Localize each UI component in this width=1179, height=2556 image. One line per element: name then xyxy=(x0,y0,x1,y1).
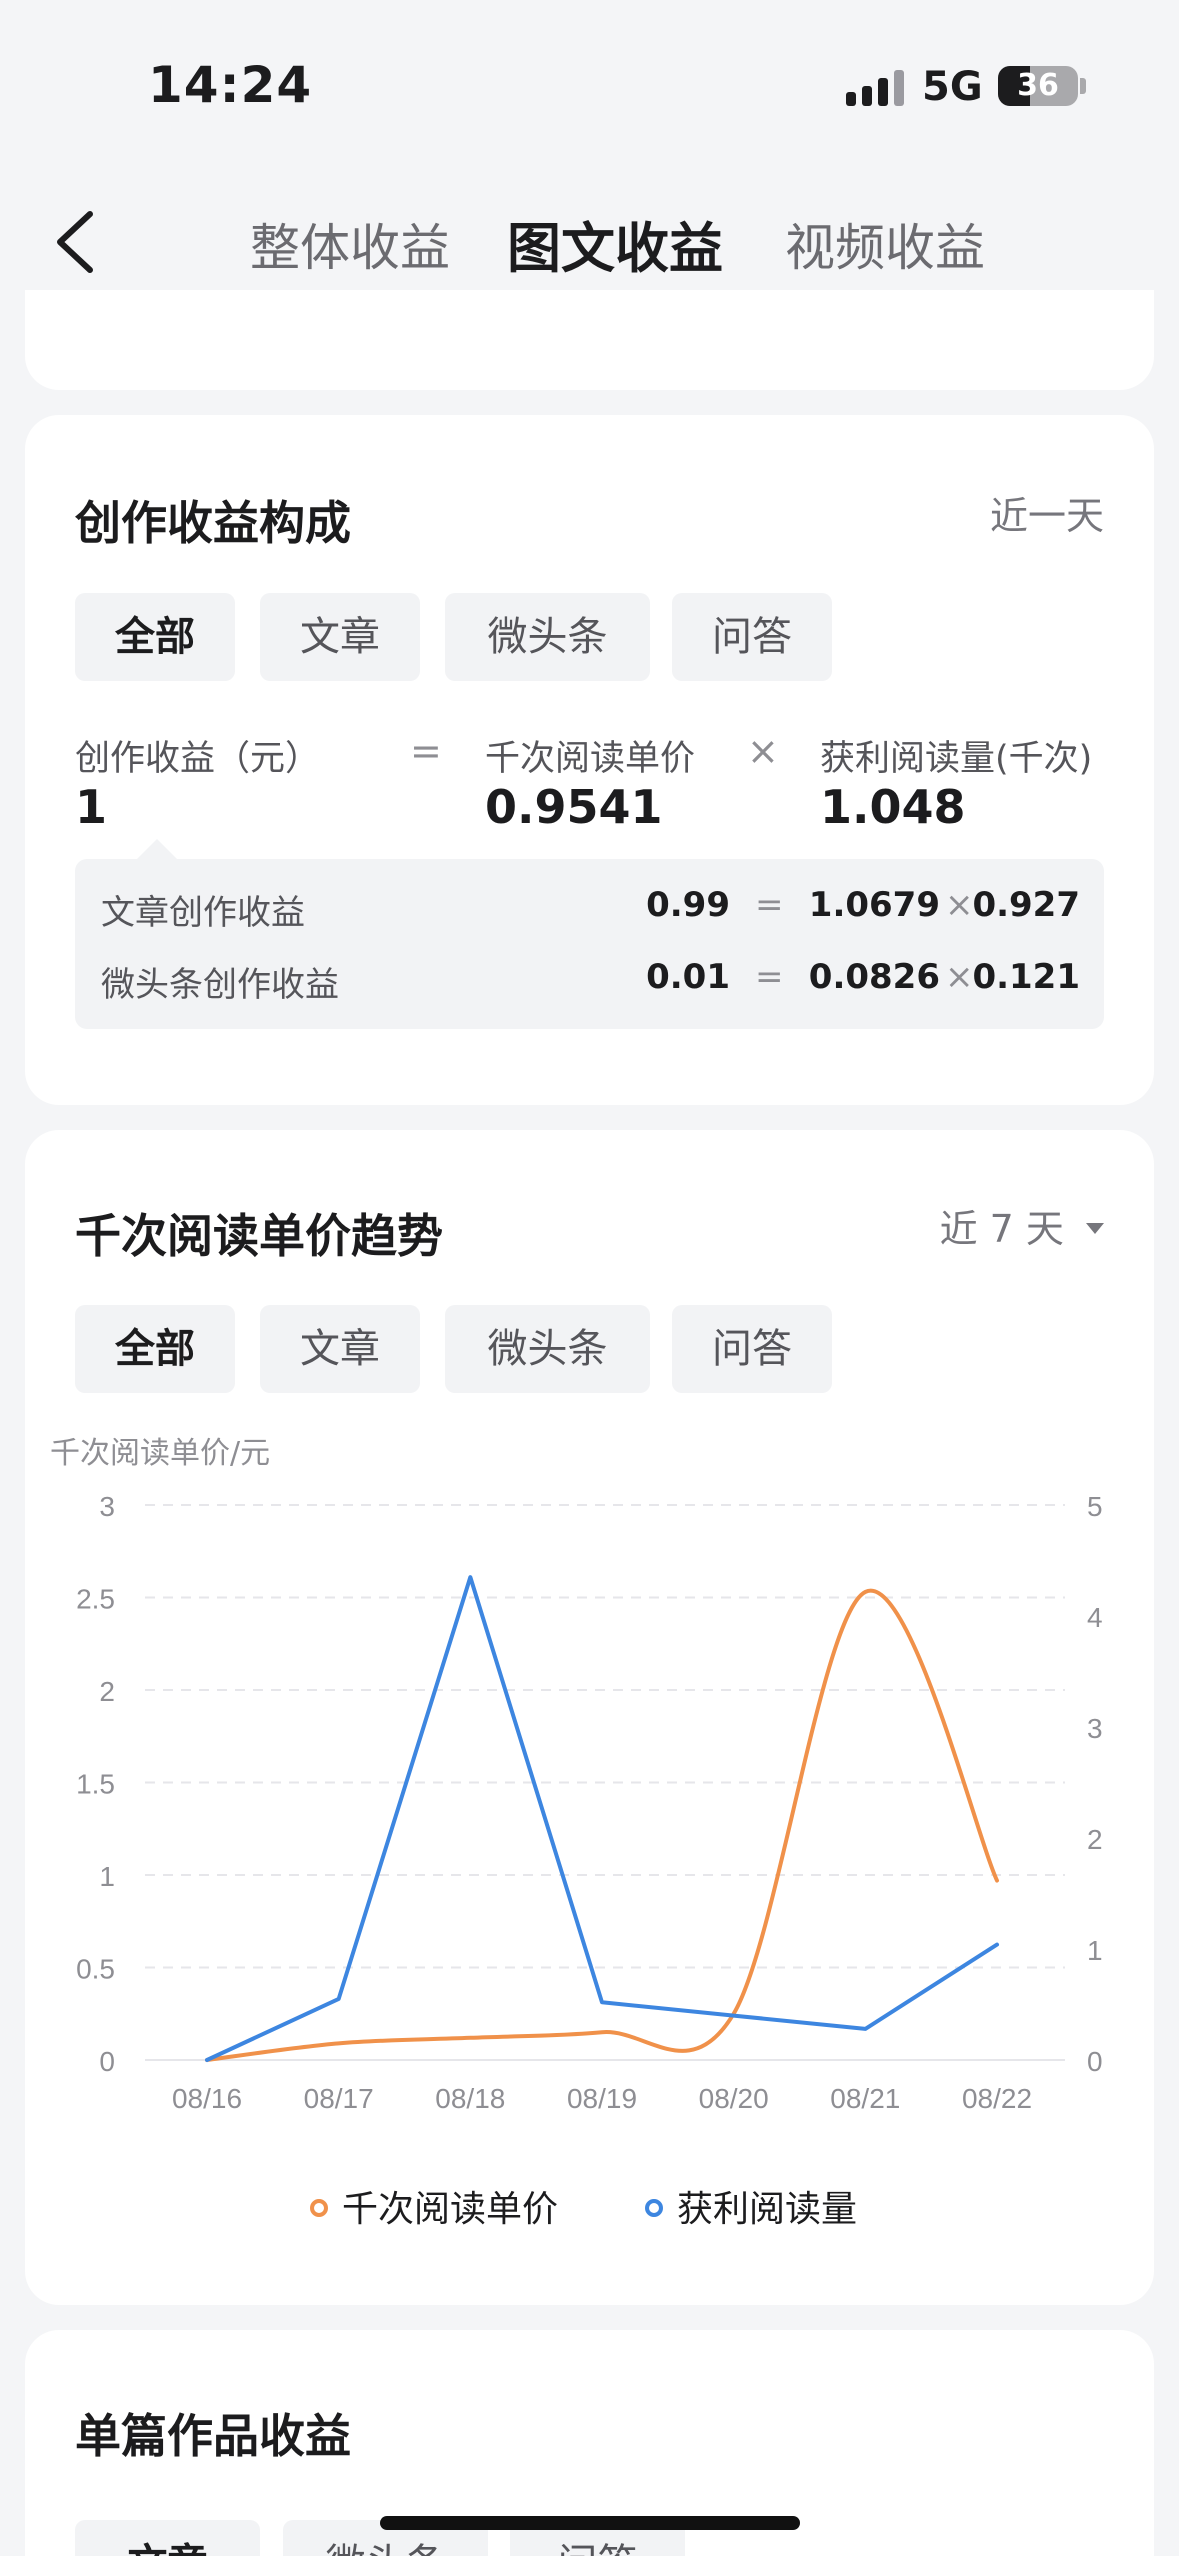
filter-qa[interactable]: 问答 xyxy=(672,593,832,681)
composition-title: 创作收益构成 xyxy=(75,496,351,550)
legend-item-price[interactable]: 千次阅读单价 xyxy=(310,2180,558,2232)
detail-breakdown: 文章创作收益 0.99 = 1.0679 × 0.927 微头条创作收益 0.0… xyxy=(75,859,1104,1029)
tab-article-revenue[interactable]: 图文收益 xyxy=(507,204,723,283)
previous-card-bottom xyxy=(25,290,1154,390)
battery-level: 36 xyxy=(1017,68,1059,103)
network-type: 5G xyxy=(922,64,983,110)
y-left-tick-label: 1 xyxy=(99,1861,115,1892)
equals-sign: = xyxy=(410,729,442,773)
detail-micro-price: 0.0826 xyxy=(808,957,940,997)
legend-price-marker xyxy=(310,2199,328,2217)
trend-title: 千次阅读单价趋势 xyxy=(75,1209,443,1263)
trend-filter-all[interactable]: 全部 xyxy=(75,1305,235,1393)
top-nav: 整体收益 图文收益 视频收益 xyxy=(0,180,1179,300)
detail-pointer xyxy=(137,839,177,859)
y-right-tick-label: 3 xyxy=(1087,1713,1103,1744)
detail-article-label: 文章创作收益 xyxy=(101,893,305,933)
signal-icon xyxy=(846,68,906,106)
home-indicator xyxy=(380,2516,800,2530)
y-left-tick-label: 0 xyxy=(99,2046,115,2077)
legend-reads-label: 获利阅读量 xyxy=(677,2189,858,2230)
y-left-tick-label: 0.5 xyxy=(76,1954,115,1985)
y-left-tick-label: 2.5 xyxy=(76,1584,115,1615)
detail-micro-label: 微头条创作收益 xyxy=(101,965,339,1005)
trend-filter-article[interactable]: 文章 xyxy=(260,1305,420,1393)
series-line-reads xyxy=(205,1575,999,2062)
single-filter-article[interactable]: 文章 xyxy=(75,2520,260,2556)
y-right-tick-label: 1 xyxy=(1087,1935,1103,1966)
detail-article-price: 1.0679 xyxy=(808,885,940,925)
legend-price-label: 千次阅读单价 xyxy=(342,2189,559,2230)
y-left-tick-label: 3 xyxy=(99,1491,115,1522)
detail-micro-eq: = xyxy=(755,957,784,997)
detail-article-revenue: 0.99 xyxy=(646,885,730,925)
price-value: 0.9541 xyxy=(485,780,663,834)
filter-article[interactable]: 文章 xyxy=(260,593,420,681)
single-title: 单篇作品收益 xyxy=(75,2409,351,2463)
battery-tip xyxy=(1080,78,1086,94)
x-tick-label: 08/16 xyxy=(172,2083,242,2114)
x-tick-label: 08/17 xyxy=(304,2083,374,2114)
filter-micro-post[interactable]: 微头条 xyxy=(445,593,650,681)
trend-filter-qa[interactable]: 问答 xyxy=(672,1305,832,1393)
revenue-value: 1 xyxy=(75,780,108,834)
x-tick-label: 08/19 xyxy=(567,2083,637,2114)
composition-range[interactable]: 近一天 xyxy=(990,485,1104,540)
trend-range-label: 近 7 天 xyxy=(939,1207,1064,1251)
status-time: 14:24 xyxy=(148,56,313,114)
detail-micro-revenue: 0.01 xyxy=(646,957,730,997)
detail-article-reads: 0.927 xyxy=(972,885,1080,925)
x-tick-label: 08/21 xyxy=(830,2083,900,2114)
trend-range-dropdown[interactable]: 近 7 天 xyxy=(940,1198,1104,1253)
revenue-label: 创作收益（元） xyxy=(75,739,321,779)
x-tick-label: 08/18 xyxy=(435,2083,505,2114)
trend-filter-micro-post[interactable]: 微头条 xyxy=(445,1305,650,1393)
status-bar: 14:24 5G 36 xyxy=(0,0,1179,180)
legend-item-reads[interactable]: 获利阅读量 xyxy=(645,2180,857,2232)
back-arrow-icon[interactable] xyxy=(50,210,110,274)
revenue-composition-card: 创作收益构成 近一天 全部 文章 微头条 问答 创作收益（元） = 千次阅读单价… xyxy=(25,415,1154,1105)
series-line-price xyxy=(205,1588,999,2062)
caret-down-icon xyxy=(1086,1223,1104,1234)
reads-label: 获利阅读量(千次) xyxy=(820,739,1093,779)
tab-overall-revenue[interactable]: 整体收益 xyxy=(250,208,450,280)
x-tick-label: 08/20 xyxy=(699,2083,769,2114)
y-left-tick-label: 2 xyxy=(99,1676,115,1707)
reads-value: 1.048 xyxy=(820,780,966,834)
filter-all[interactable]: 全部 xyxy=(75,593,235,681)
y-right-tick-label: 5 xyxy=(1087,1491,1103,1522)
detail-micro-reads: 0.121 xyxy=(972,957,1080,997)
detail-article-eq: = xyxy=(755,885,784,925)
battery-icon: 36 xyxy=(998,66,1078,106)
legend-reads-marker xyxy=(645,2199,663,2217)
y-right-tick-label: 4 xyxy=(1087,1602,1103,1633)
tab-video-revenue[interactable]: 视频收益 xyxy=(785,208,985,280)
y-left-tick-label: 1.5 xyxy=(76,1769,115,1800)
x-tick-label: 08/22 xyxy=(962,2083,1032,2114)
price-label: 千次阅读单价 xyxy=(485,739,696,779)
times-sign: × xyxy=(747,729,779,773)
price-trend-chart: 0 0.5 1 1.5 2 2.5 3 0 1 2 3 4 5 08/16 08/17 08/18 08/19 0… xyxy=(76,1491,1103,2114)
y-right-tick-label: 0 xyxy=(1087,2046,1103,2077)
y-right-tick-label: 2 xyxy=(1087,1824,1103,1855)
